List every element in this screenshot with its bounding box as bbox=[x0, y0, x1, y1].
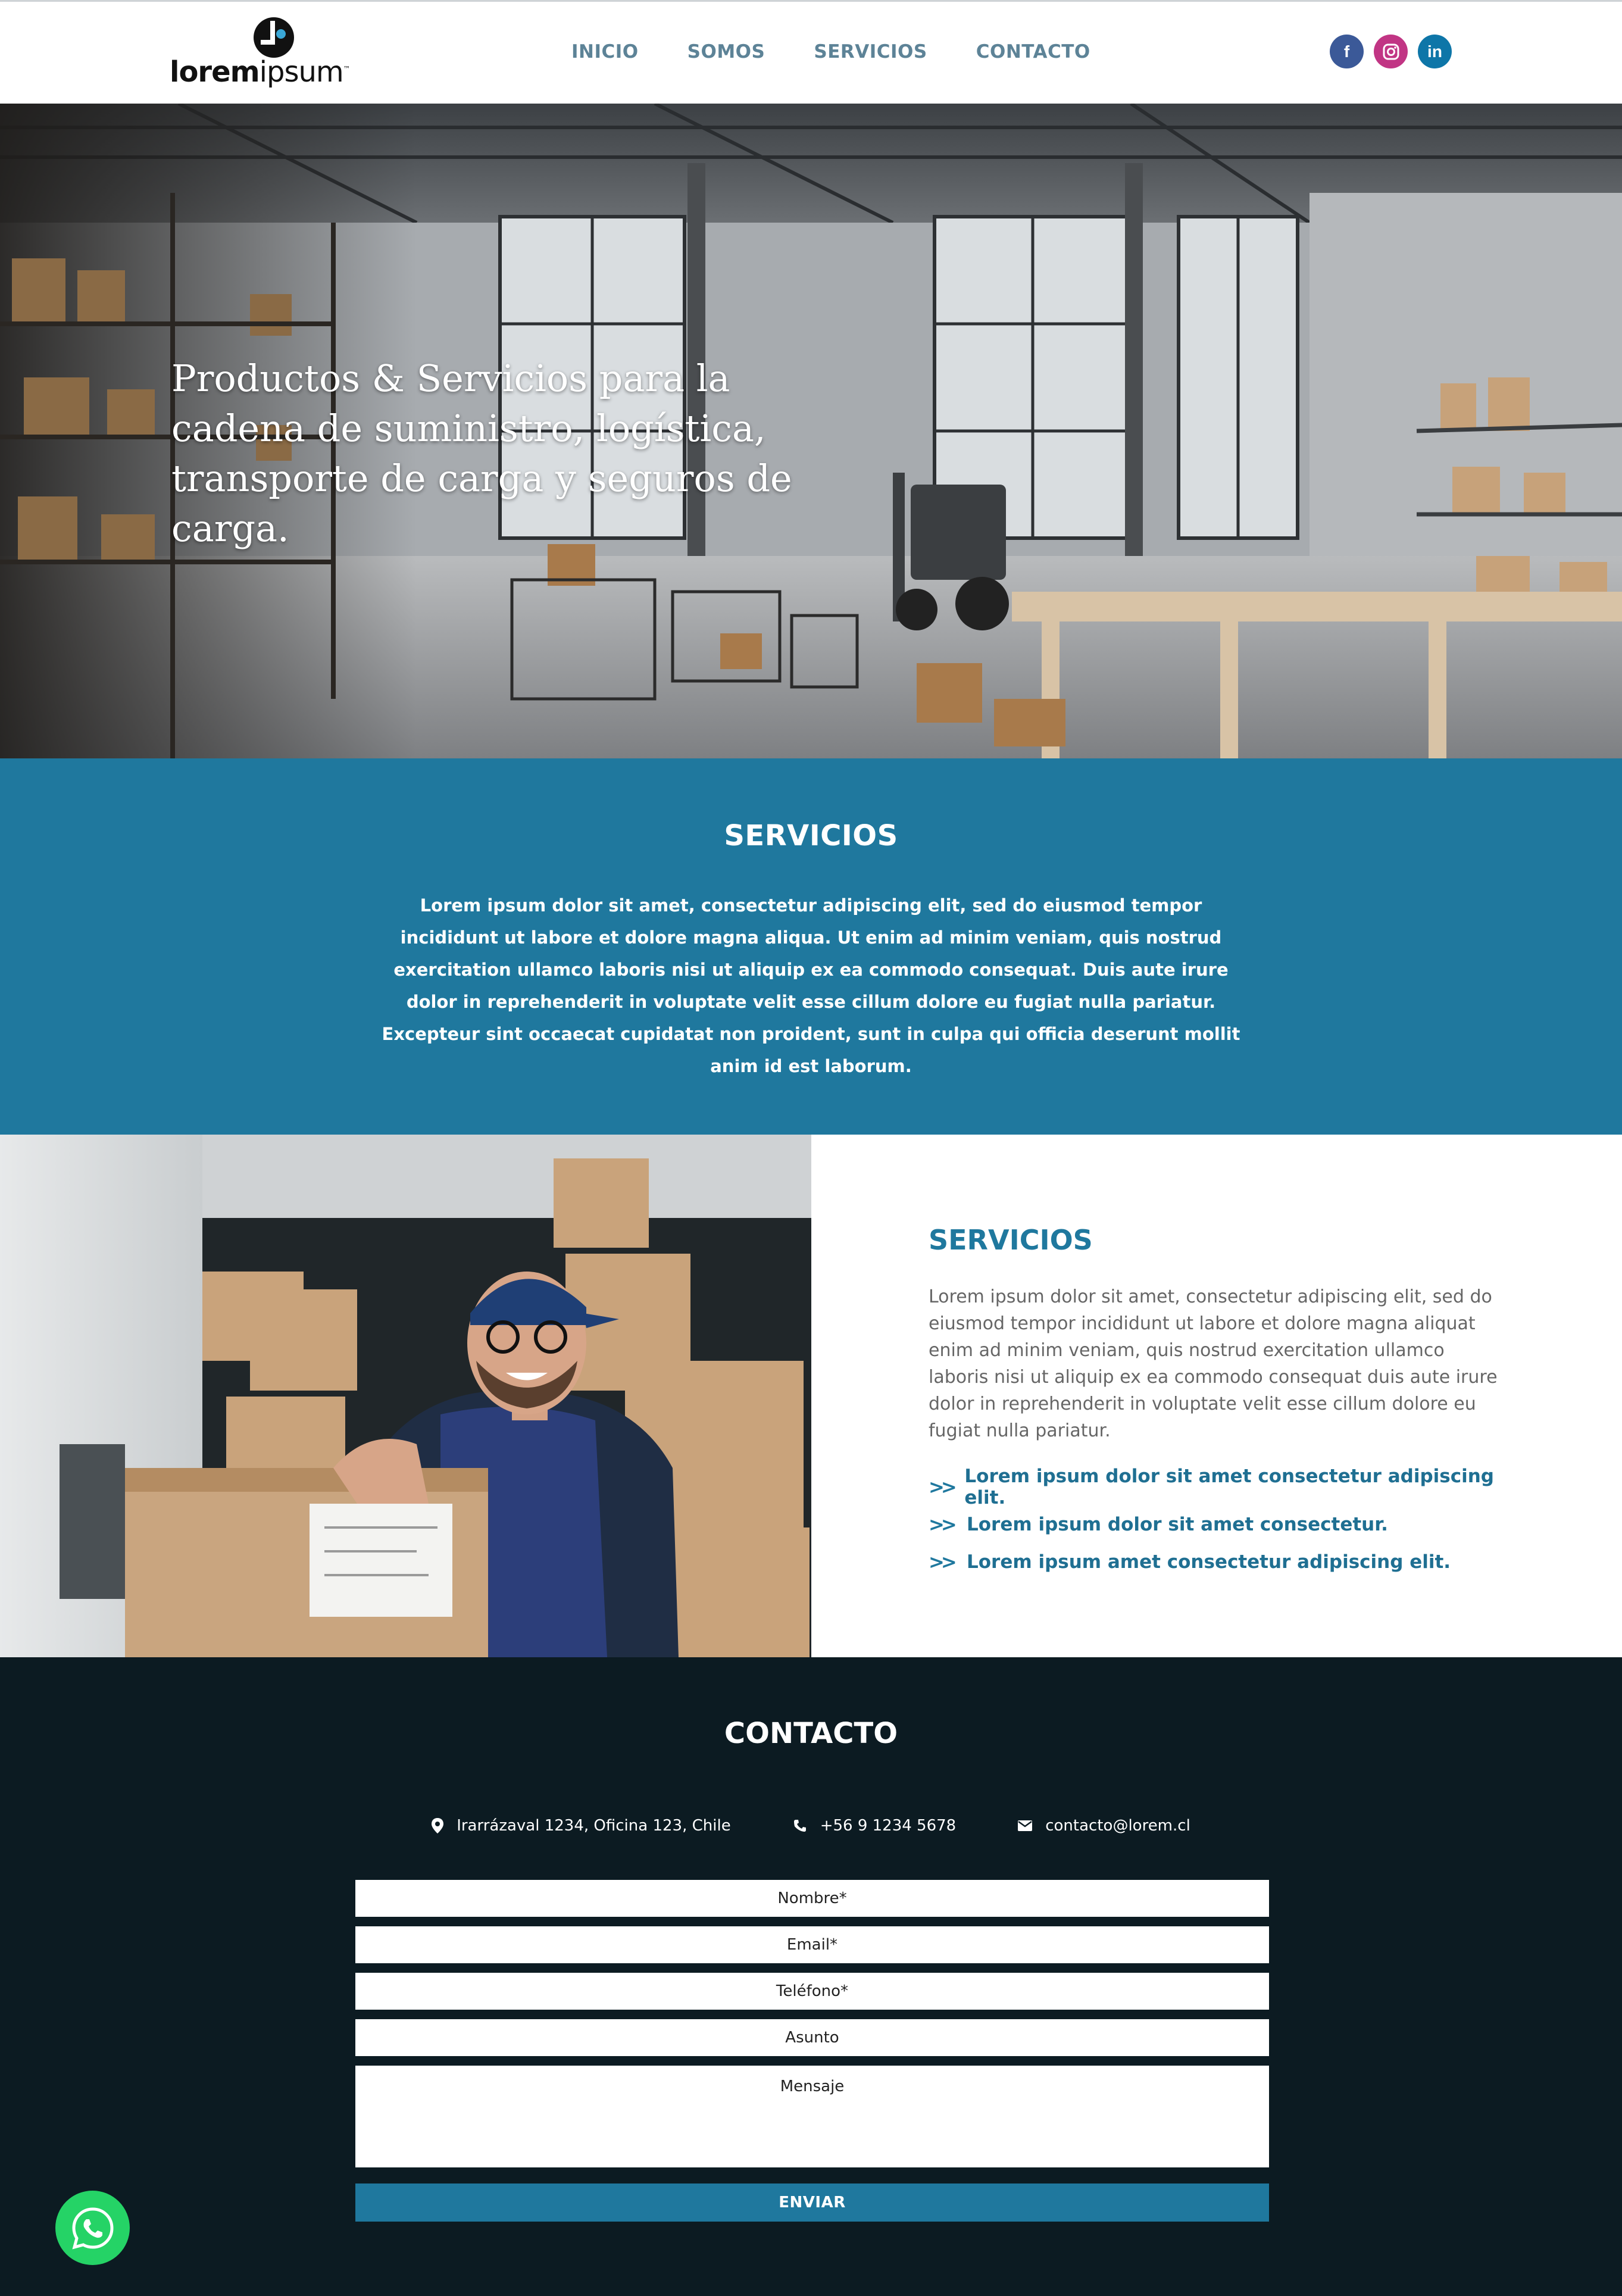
double-chevron-right-icon: >> bbox=[929, 1475, 957, 1498]
mail-icon bbox=[1018, 1820, 1033, 1831]
services-bullet-list: >> Lorem ipsum dolor sit amet consectetu… bbox=[929, 1465, 1509, 1580]
list-item: >> Lorem ipsum amet consectetur adipisci… bbox=[929, 1543, 1509, 1580]
contact-email[interactable]: contacto@lorem.cl bbox=[1018, 1817, 1190, 1835]
address-text: Irarrázaval 1234, Oficina 123, Chile bbox=[457, 1817, 731, 1835]
name-field[interactable]: Nombre* bbox=[355, 1880, 1269, 1917]
submit-button[interactable]: ENVIAR bbox=[355, 2183, 1269, 2222]
double-chevron-right-icon: >> bbox=[929, 1550, 957, 1573]
nav-item-servicios[interactable]: SERVICIOS bbox=[814, 41, 927, 67]
nav-item-somos[interactable]: SOMOS bbox=[687, 41, 765, 67]
contact-section: CONTACTO Irarrázaval 1234, Oficina 123, … bbox=[0, 1657, 1622, 2296]
delivery-worker-photo bbox=[0, 1135, 811, 1657]
phone-icon bbox=[793, 1820, 806, 1832]
list-item: >> Lorem ipsum dolor sit amet consectetu… bbox=[929, 1465, 1509, 1508]
phone-field[interactable]: Teléfono* bbox=[355, 1973, 1269, 2010]
nav-item-inicio[interactable]: INICIO bbox=[571, 41, 639, 67]
message-textarea[interactable]: Mensaje bbox=[355, 2066, 1269, 2167]
nav-item-contacto[interactable]: CONTACTO bbox=[976, 41, 1090, 67]
services-detail-text: Lorem ipsum dolor sit amet, consectetur … bbox=[929, 1286, 1498, 1441]
linkedin-icon[interactable]: in bbox=[1418, 35, 1452, 68]
contact-address: Irarrázaval 1234, Oficina 123, Chile bbox=[432, 1817, 731, 1835]
logo-light-text: ipsum bbox=[259, 55, 344, 89]
delivery-worker-image bbox=[0, 1135, 811, 1657]
services-detail-section: SERVICIOS Lorem ipsum dolor sit amet, co… bbox=[0, 1135, 1622, 1657]
subject-field[interactable]: Asunto bbox=[355, 2019, 1269, 2056]
double-chevron-right-icon: >> bbox=[929, 1513, 957, 1536]
services-intro-text: Lorem ipsum dolor sit amet, consectetur … bbox=[382, 895, 1240, 1076]
services-detail-title: SERVICIOS bbox=[929, 1224, 1093, 1256]
location-pin-icon bbox=[432, 1818, 444, 1833]
hero-title: Productos & Servicios para la cadena de … bbox=[171, 357, 792, 550]
logo-bold-text: lorem bbox=[170, 55, 260, 89]
whatsapp-button[interactable] bbox=[55, 2191, 130, 2265]
list-item: >> Lorem ipsum dolor sit amet consectetu… bbox=[929, 1505, 1509, 1543]
contact-info: Irarrázaval 1234, Oficina 123, Chile +56… bbox=[0, 1817, 1622, 1835]
logo-trademark: ™ bbox=[343, 65, 351, 73]
social-links: f in bbox=[1330, 35, 1462, 68]
facebook-icon[interactable]: f bbox=[1330, 35, 1364, 68]
services-intro-title: SERVICIOS bbox=[724, 819, 898, 852]
bullet-text: Lorem ipsum dolor sit amet consectetur. bbox=[967, 1513, 1388, 1535]
logo[interactable]: loremipsum™ bbox=[170, 16, 351, 92]
bullet-text: Lorem ipsum dolor sit amet consectetur a… bbox=[964, 1465, 1494, 1508]
email-text: contacto@lorem.cl bbox=[1045, 1817, 1190, 1835]
phone-text: +56 9 1234 5678 bbox=[820, 1817, 957, 1835]
contact-phone[interactable]: +56 9 1234 5678 bbox=[793, 1817, 957, 1835]
services-detail-content: SERVICIOS Lorem ipsum dolor sit amet, co… bbox=[929, 1224, 1509, 1580]
bullet-text: Lorem ipsum amet consectetur adipiscing … bbox=[967, 1551, 1451, 1573]
services-intro-section: SERVICIOS Lorem ipsum dolor sit amet, co… bbox=[0, 758, 1622, 1135]
site-header: loremipsum™ INICIO SOMOS SERVICIOS CONTA… bbox=[0, 0, 1622, 104]
whatsapp-icon bbox=[71, 2207, 114, 2250]
contact-title: CONTACTO bbox=[724, 1717, 898, 1750]
email-field[interactable]: Email* bbox=[355, 1926, 1269, 1963]
instagram-icon[interactable] bbox=[1374, 35, 1408, 68]
instagram-glyph bbox=[1383, 43, 1399, 60]
main-nav: INICIO SOMOS SERVICIOS CONTACTO bbox=[571, 41, 1139, 67]
logo-text: loremipsum™ bbox=[170, 55, 351, 89]
hero-banner: Productos & Servicios para la cadena de … bbox=[0, 104, 1622, 758]
logo-mark-icon bbox=[254, 17, 294, 58]
